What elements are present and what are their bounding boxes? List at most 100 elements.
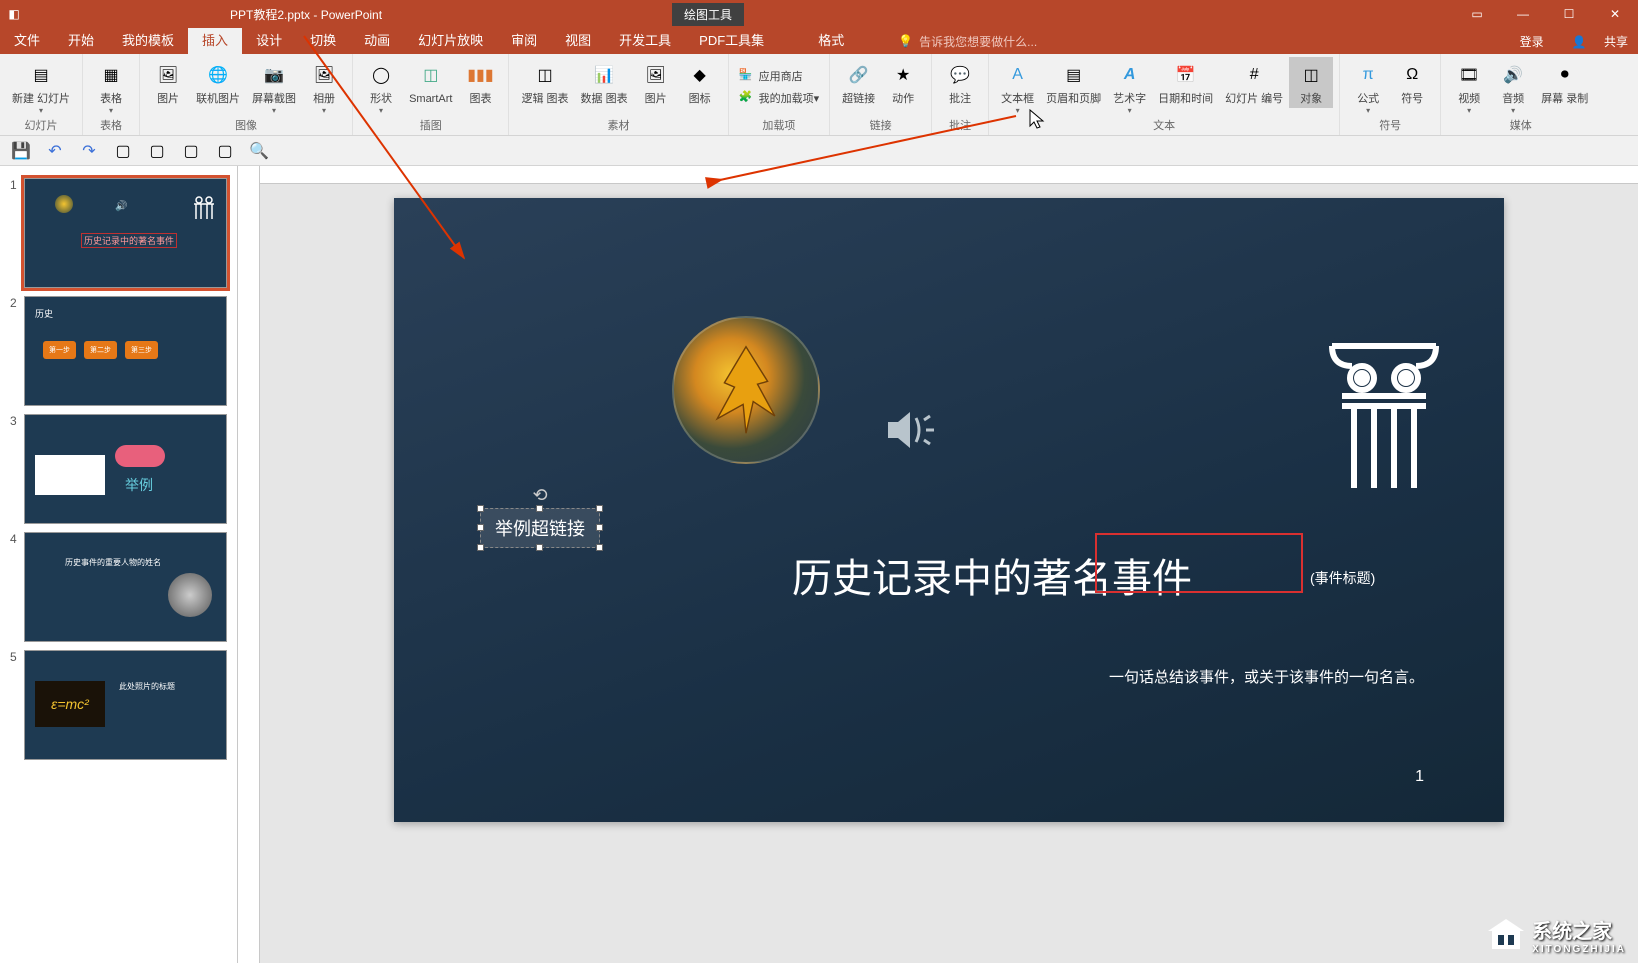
- chart-button[interactable]: ▮▮▮图表: [458, 57, 502, 108]
- logic-chart-button[interactable]: ◫逻辑 图表: [515, 57, 574, 108]
- tab-format[interactable]: 格式: [804, 28, 858, 54]
- app-store-button[interactable]: 🏪应用商店: [735, 66, 807, 86]
- share-button[interactable]: 👤 共享: [1558, 33, 1628, 50]
- smartart-icon: ◫: [415, 59, 447, 91]
- smartart-button[interactable]: ◫SmartArt: [403, 57, 458, 108]
- tab-insert[interactable]: 插入: [188, 28, 242, 54]
- watermark-sub: XITONGZHIJIA: [1532, 944, 1626, 955]
- symbol-button[interactable]: Ω符号: [1390, 57, 1434, 108]
- shapes-button[interactable]: ◯形状▾: [359, 57, 403, 117]
- slide-thumbnail-panel[interactable]: 1 🔊 历史记录中的著名事件 2 历史 第一步 第二步 第三步 3: [0, 166, 238, 963]
- watermark-text: 系统之家: [1532, 915, 1626, 944]
- speaker-icon[interactable]: [882, 406, 940, 459]
- online-picture-button[interactable]: 🌐联机图片: [190, 57, 246, 108]
- slide-thumbnail-2[interactable]: 历史 第一步 第二步 第三步: [24, 296, 227, 406]
- audio-icon: 🔊: [1497, 59, 1529, 91]
- redo-icon[interactable]: ↷: [76, 140, 102, 162]
- header-footer-icon: ▤: [1058, 59, 1090, 91]
- tab-my-template[interactable]: 我的模板: [108, 28, 188, 54]
- app-menu-icon[interactable]: ◧: [4, 4, 24, 24]
- slide-thumbnail-5[interactable]: ε=mc² 此处照片的标题: [24, 650, 227, 760]
- screenshot-icon: 📷: [258, 59, 290, 91]
- datetime-button[interactable]: 📅日期和时间: [1152, 57, 1219, 108]
- share-icon: 👤: [1572, 35, 1587, 49]
- video-button[interactable]: 🎞视频▾: [1447, 57, 1491, 117]
- group-tables: 表格: [83, 117, 139, 135]
- lightbulb-icon: 💡: [898, 34, 913, 48]
- thumb3-label: 举例: [125, 475, 153, 495]
- wordart-icon: A: [1114, 59, 1146, 91]
- group-material: 素材: [509, 117, 727, 135]
- close-icon[interactable]: ✕: [1592, 0, 1638, 28]
- chart-icon: ▮▮▮: [464, 59, 496, 91]
- slide-thumbnail-1[interactable]: 🔊 历史记录中的著名事件: [24, 178, 227, 288]
- object-button[interactable]: ◫对象: [1289, 57, 1333, 108]
- data-chart-button[interactable]: 📊数据 图表: [575, 57, 634, 108]
- new-slide-button[interactable]: ▤新建 幻灯片▾: [6, 57, 76, 117]
- wordart-button[interactable]: A艺术字▾: [1107, 57, 1152, 117]
- slide-page-number: 1: [1415, 768, 1424, 786]
- tab-transition[interactable]: 切换: [296, 28, 350, 54]
- tab-home[interactable]: 开始: [54, 28, 108, 54]
- comment-button[interactable]: 💬批注: [938, 57, 982, 108]
- tab-view[interactable]: 视图: [551, 28, 605, 54]
- qat-icon4[interactable]: ▢: [212, 140, 238, 162]
- qat-icon3[interactable]: ▢: [178, 140, 204, 162]
- group-symbols: 符号: [1340, 117, 1440, 135]
- tab-developer[interactable]: 开发工具: [605, 28, 685, 54]
- table-button[interactable]: ▦表格▾: [89, 57, 133, 117]
- undo-icon[interactable]: ↶: [42, 140, 68, 162]
- my-addins-button[interactable]: 🧩我的加载项 ▾: [735, 88, 824, 108]
- qat-icon1[interactable]: ▢: [110, 140, 136, 162]
- canvas-wrap[interactable]: ⟲ 举例超链接 历史记录中的著名事件 (事件标题) 一句话总结该事件，或关于该事…: [260, 184, 1638, 963]
- thumb2-step3: 第三步: [125, 341, 158, 359]
- column-icon[interactable]: [1324, 338, 1444, 503]
- screen-recording-button[interactable]: ⏺屏幕 录制: [1535, 57, 1594, 108]
- selected-textbox[interactable]: ⟲ 举例超链接: [480, 508, 600, 548]
- video-icon: 🎞: [1453, 59, 1485, 91]
- action-button[interactable]: ★动作: [881, 57, 925, 108]
- equation-icon: π: [1352, 59, 1384, 91]
- qat-icon5[interactable]: 🔍: [246, 140, 272, 162]
- material-icon-button[interactable]: ◆图标: [678, 57, 722, 108]
- minimize-icon[interactable]: —: [1500, 0, 1546, 28]
- document-title: PPT教程2.pptx - PowerPoint: [230, 6, 382, 23]
- slide-thumbnail-3[interactable]: 举例: [24, 414, 227, 524]
- screenshot-button[interactable]: 📷屏幕截图▾: [246, 57, 302, 117]
- tell-me-placeholder: 告诉我您想要做什么...: [919, 33, 1037, 50]
- material-picture-button[interactable]: 🖼图片: [634, 57, 678, 108]
- quick-access-toolbar: 💾 ↶ ↷ ▢ ▢ ▢ ▢ 🔍: [0, 136, 1638, 166]
- tab-slideshow[interactable]: 幻灯片放映: [404, 28, 497, 54]
- ribbon-display-options-icon[interactable]: ▭: [1454, 0, 1500, 28]
- tell-me-search[interactable]: 💡 告诉我您想要做什么...: [898, 28, 1037, 54]
- hyperlink-button[interactable]: 🔗超链接: [836, 57, 881, 108]
- screen-recording-icon: ⏺: [1549, 59, 1581, 91]
- picture-button[interactable]: 🖼图片: [146, 57, 190, 108]
- audio-button[interactable]: 🔊音频▾: [1491, 57, 1535, 117]
- slide-quote[interactable]: 一句话总结该事件，或关于该事件的一句名言。: [1109, 666, 1424, 687]
- save-icon[interactable]: 💾: [8, 140, 34, 162]
- circular-photo[interactable]: [672, 316, 820, 464]
- thumb-number: 3: [10, 414, 24, 524]
- slide-canvas[interactable]: ⟲ 举例超链接 历史记录中的著名事件 (事件标题) 一句话总结该事件，或关于该事…: [394, 198, 1504, 822]
- group-media: 媒体: [1441, 117, 1600, 135]
- workspace: 1 🔊 历史记录中的著名事件 2 历史 第一步 第二步 第三步 3: [0, 166, 1638, 963]
- tab-animation[interactable]: 动画: [350, 28, 404, 54]
- tab-pdf[interactable]: PDF工具集: [685, 28, 778, 54]
- equation-button[interactable]: π公式▾: [1346, 57, 1390, 117]
- header-footer-button[interactable]: ▤页眉和页脚: [1040, 57, 1107, 108]
- thumb2-step1: 第一步: [43, 341, 76, 359]
- maximize-icon[interactable]: ☐: [1546, 0, 1592, 28]
- login-button[interactable]: 登录: [1520, 33, 1544, 50]
- rotate-handle-icon[interactable]: ⟲: [532, 485, 547, 506]
- album-button[interactable]: 🖼相册▾: [302, 57, 346, 117]
- slide-number-button[interactable]: #幻灯片 编号: [1219, 57, 1289, 108]
- slide-subtitle[interactable]: (事件标题): [1310, 568, 1375, 588]
- tab-review[interactable]: 审阅: [497, 28, 551, 54]
- data-chart-icon: 📊: [588, 59, 620, 91]
- tab-design[interactable]: 设计: [242, 28, 296, 54]
- tab-file[interactable]: 文件: [0, 28, 54, 54]
- slide-thumbnail-4[interactable]: 历史事件的重要人物的姓名: [24, 532, 227, 642]
- qat-icon2[interactable]: ▢: [144, 140, 170, 162]
- textbox-icon: A: [1002, 59, 1034, 91]
